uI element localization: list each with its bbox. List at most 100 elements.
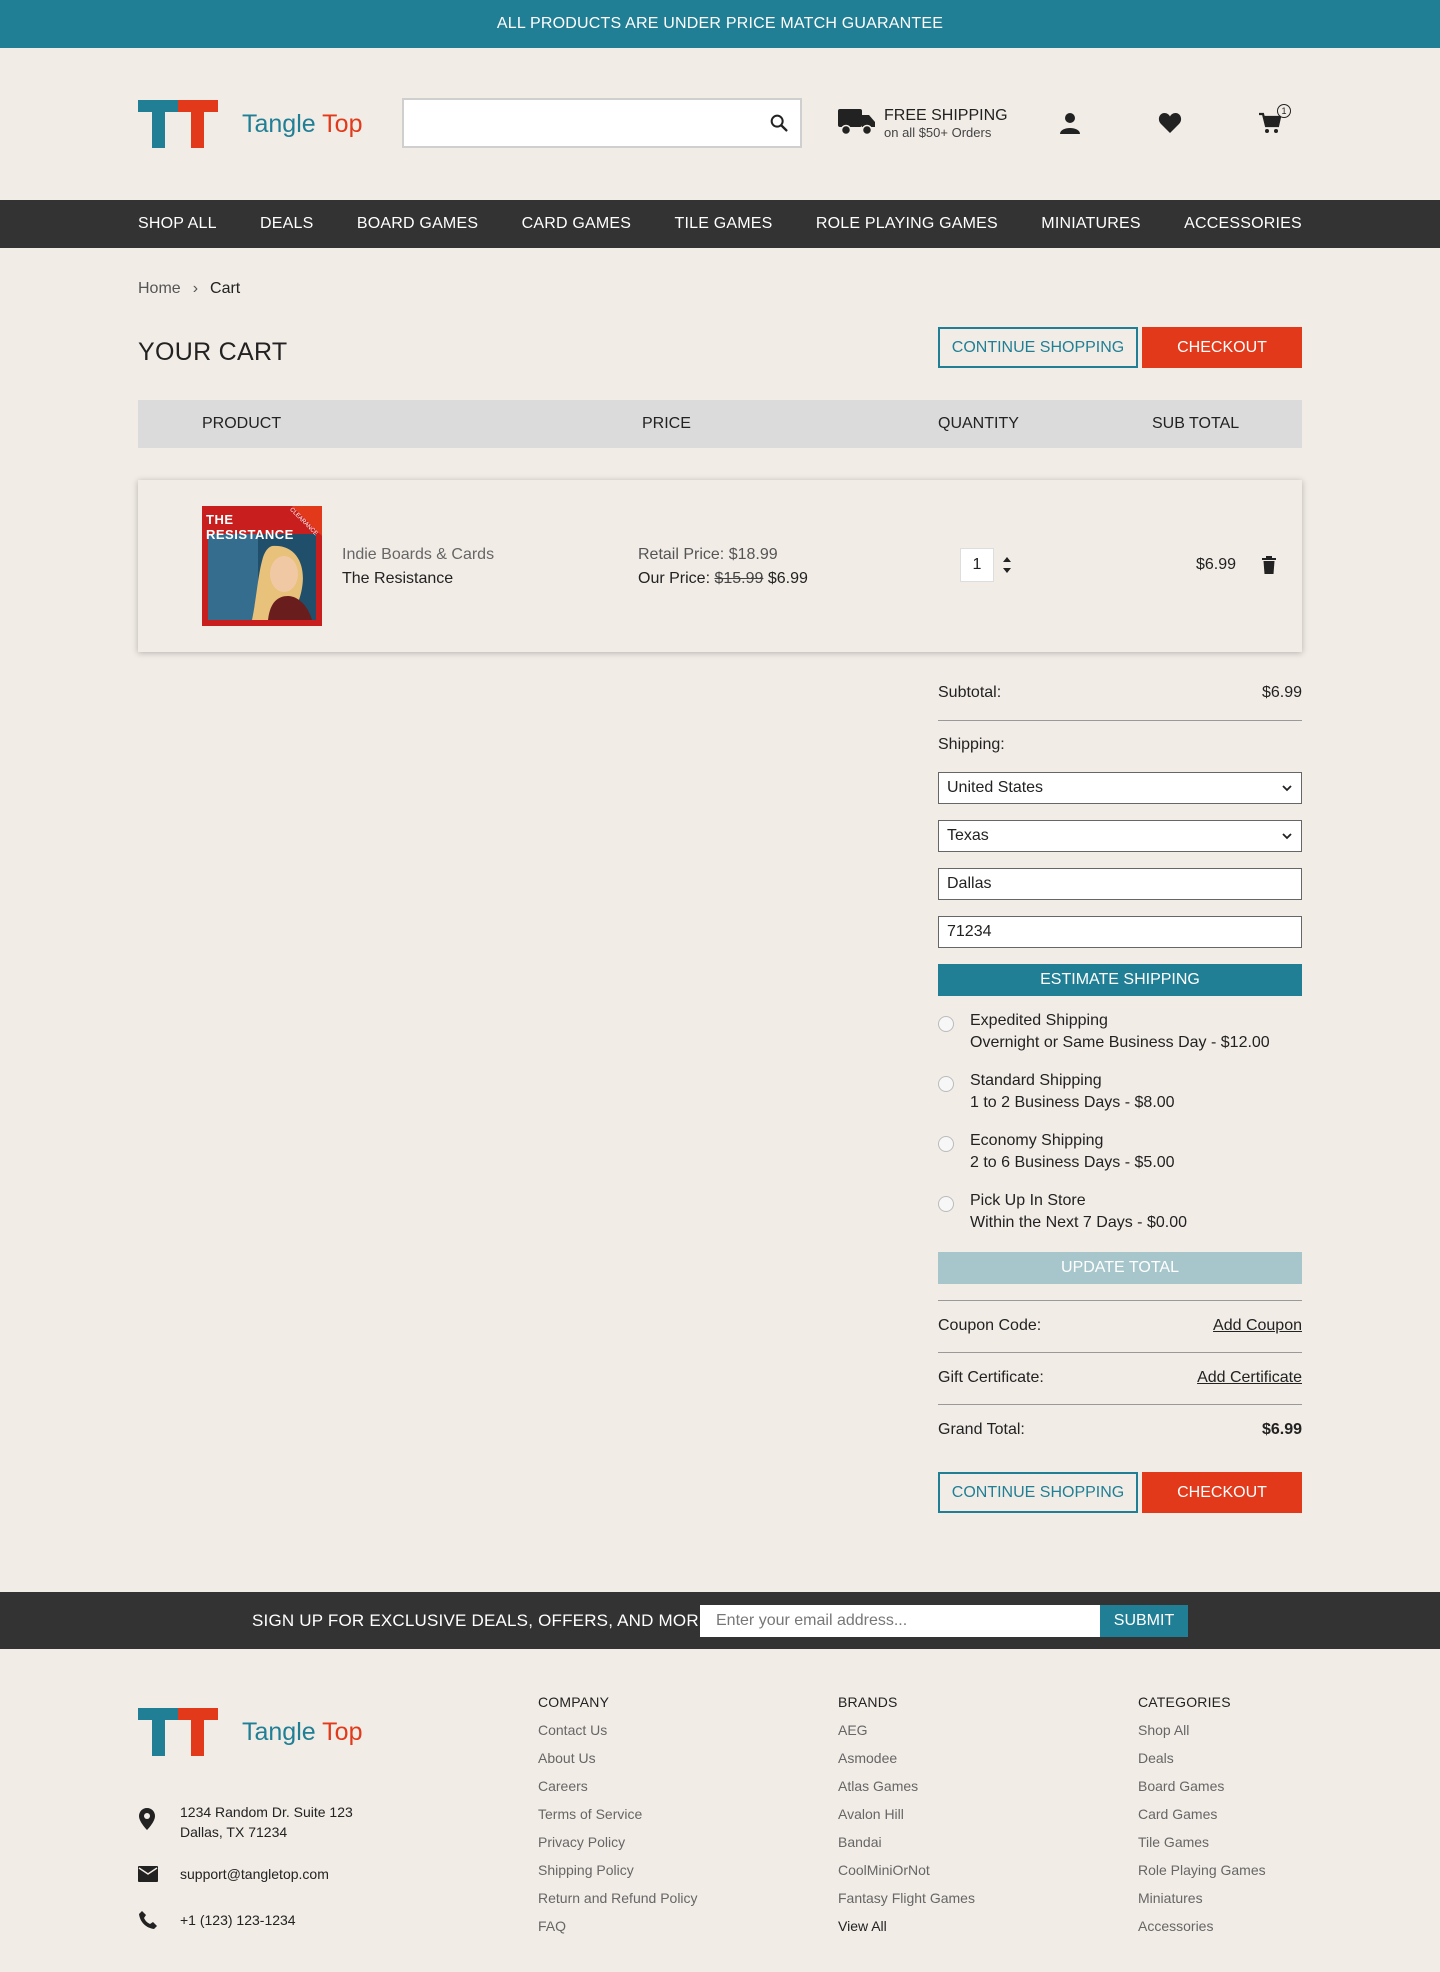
cart-item-row: THE RESISTANCE CLEARANCE Indie Boards & … [138, 480, 1302, 652]
nav-role-playing-games[interactable]: ROLE PLAYING GAMES [816, 215, 998, 233]
estimate-shipping-button[interactable]: ESTIMATE SHIPPING [938, 964, 1302, 996]
footer-link[interactable]: Return and Refund Policy [538, 1884, 698, 1912]
logo-text-part1: Tangle [242, 109, 316, 138]
search-input[interactable] [404, 100, 800, 146]
checkout-button[interactable]: CHECKOUT [1142, 1472, 1302, 1513]
truck-icon [838, 106, 876, 141]
state-select[interactable]: Texas [938, 820, 1302, 852]
city-field[interactable]: Dallas [938, 868, 1302, 900]
continue-shopping-button[interactable]: CONTINUE SHOPPING [938, 327, 1138, 368]
retail-price-value: $18.99 [728, 546, 778, 563]
footer-link[interactable]: Privacy Policy [538, 1828, 698, 1856]
add-coupon-link[interactable]: Add Coupon [1213, 1317, 1302, 1335]
footer-link[interactable]: Careers [538, 1772, 698, 1800]
nav-board-games[interactable]: BOARD GAMES [357, 215, 478, 233]
nav-accessories[interactable]: ACCESSORIES [1184, 215, 1302, 233]
footer-link[interactable]: Bandai [838, 1828, 975, 1856]
quantity-input[interactable]: 1 [960, 548, 994, 582]
site-logo[interactable]: Tangle Top [138, 100, 362, 148]
breadcrumb-home[interactable]: Home [138, 280, 181, 298]
support-email[interactable]: support@tangletop.com [180, 1866, 329, 1882]
footer-link[interactable]: Asmodee [838, 1744, 975, 1772]
footer-link[interactable]: Tile Games [1138, 1828, 1266, 1856]
footer-link[interactable]: Fantasy Flight Games [838, 1884, 975, 1912]
column-header-subtotal: SUB TOTAL [1152, 415, 1240, 432]
chevron-right-icon: › [192, 280, 199, 297]
footer-link[interactable]: Avalon Hill [838, 1800, 975, 1828]
logo-text-part1: Tangle [242, 1717, 316, 1746]
grand-total-value: $6.99 [1261, 1421, 1302, 1438]
radio-button[interactable] [938, 1076, 954, 1092]
promo-text: ALL PRODUCTS ARE UNDER PRICE MATCH GUARA… [496, 15, 944, 32]
search-box [402, 98, 802, 148]
support-phone[interactable]: +1 (123) 123-1234 [180, 1912, 296, 1928]
shipping-option-name: Standard Shipping [970, 1072, 1102, 1089]
footer-link[interactable]: About Us [538, 1744, 698, 1772]
footer-link[interactable]: Role Playing Games [1138, 1856, 1266, 1884]
grand-total-label: Grand Total: [938, 1421, 1025, 1438]
divider [938, 720, 1302, 721]
view-all-brands-link[interactable]: View All [838, 1912, 975, 1940]
footer-link[interactable]: FAQ [538, 1912, 698, 1940]
nav-deals[interactable]: DEALS [260, 215, 313, 233]
product-name[interactable]: The Resistance [342, 570, 453, 588]
divider [938, 1300, 1302, 1301]
footer-link[interactable]: Card Games [1138, 1800, 1266, 1828]
nav-shop-all[interactable]: SHOP ALL [138, 215, 217, 233]
footer-link[interactable]: Board Games [1138, 1772, 1266, 1800]
mail-icon [138, 1866, 158, 1885]
retail-price-label: Retail Price: [638, 546, 725, 563]
address-line1: 1234 Random Dr. Suite 123 [180, 1804, 353, 1820]
country-select[interactable]: United States [938, 772, 1302, 804]
gift-certificate-label: Gift Certificate: [938, 1369, 1044, 1386]
footer-link[interactable]: AEG [838, 1716, 975, 1744]
add-certificate-link[interactable]: Add Certificate [1197, 1369, 1302, 1387]
our-price: Our Price: $15.99 $6.99 [638, 570, 808, 588]
breadcrumb: Home › Cart [138, 280, 240, 298]
continue-shopping-button[interactable]: CONTINUE SHOPPING [938, 1472, 1138, 1513]
shipping-option-name: Pick Up In Store [970, 1192, 1086, 1209]
footer-column-brands: BRANDS AEG Asmodee Atlas Games Avalon Hi… [838, 1688, 975, 1940]
footer-link[interactable]: Miniatures [1138, 1884, 1266, 1912]
grand-total-row: Grand Total: $6.99 [938, 1421, 1302, 1439]
radio-button[interactable] [938, 1016, 954, 1032]
retail-price: Retail Price: $18.99 [638, 546, 778, 564]
product-image[interactable]: THE RESISTANCE CLEARANCE [202, 506, 322, 626]
newsletter-submit-button[interactable]: SUBMIT [1100, 1605, 1188, 1637]
nav-card-games[interactable]: CARD GAMES [522, 215, 632, 233]
footer-logo[interactable]: Tangle Top [138, 1708, 362, 1756]
footer-link[interactable]: Shop All [1138, 1716, 1266, 1744]
footer-link[interactable]: Deals [1138, 1744, 1266, 1772]
nav-miniatures[interactable]: MINIATURES [1041, 215, 1140, 233]
checkout-button[interactable]: CHECKOUT [1142, 327, 1302, 368]
user-icon[interactable] [1058, 111, 1082, 140]
newsletter-text: SIGN UP FOR EXCLUSIVE DEALS, OFFERS, AND… [252, 1611, 716, 1630]
newsletter-signup: SIGN UP FOR EXCLUSIVE DEALS, OFFERS, AND… [0, 1592, 1440, 1649]
footer-link[interactable]: Shipping Policy [538, 1856, 698, 1884]
footer-heading: COMPANY [538, 1694, 610, 1710]
newsletter-email-input[interactable] [700, 1605, 1100, 1637]
trash-icon[interactable] [1262, 556, 1276, 579]
update-total-button[interactable]: UPDATE TOTAL [938, 1252, 1302, 1284]
logo-mark-icon [138, 1708, 218, 1756]
radio-button[interactable] [938, 1136, 954, 1152]
radio-button[interactable] [938, 1196, 954, 1212]
footer-link[interactable]: Contact Us [538, 1716, 698, 1744]
footer-link[interactable]: CoolMiniOrNot [838, 1856, 975, 1884]
column-header-price: PRICE [642, 415, 691, 432]
zip-field[interactable]: 71234 [938, 916, 1302, 948]
shipping-option-desc: 1 to 2 Business Days - $8.00 [970, 1094, 1175, 1111]
search-icon[interactable] [768, 112, 790, 139]
footer-column-categories: CATEGORIES Shop All Deals Board Games Ca… [1138, 1688, 1266, 1940]
heart-icon[interactable] [1158, 112, 1182, 139]
sale-price: $6.99 [767, 570, 808, 587]
quantity-stepper-icon[interactable] [1002, 555, 1012, 580]
shipping-option-desc: Within the Next 7 Days - $0.00 [970, 1214, 1187, 1231]
footer-heading: CATEGORIES [1138, 1694, 1231, 1710]
footer-link[interactable]: Accessories [1138, 1912, 1266, 1940]
nav-tile-games[interactable]: TILE GAMES [675, 215, 773, 233]
footer-link[interactable]: Terms of Service [538, 1800, 698, 1828]
column-header-product: PRODUCT [202, 415, 282, 432]
shipping-option-name: Economy Shipping [970, 1132, 1104, 1149]
footer-link[interactable]: Atlas Games [838, 1772, 975, 1800]
